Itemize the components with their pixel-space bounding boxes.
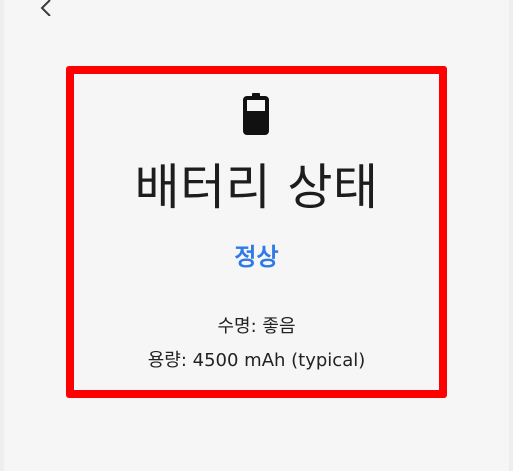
right-edge	[509, 0, 513, 471]
back-arrow-icon[interactable]	[36, 0, 60, 16]
page-title: 배터리 상태	[134, 159, 379, 216]
battery-health-text: 수명: 좋음	[217, 316, 296, 337]
battery-icon	[243, 93, 269, 135]
left-edge	[0, 0, 4, 471]
top-edge	[0, 0, 513, 4]
battery-status-card: 배터리 상태 정상 수명: 좋음 용량: 4500 mAh (typical)	[74, 74, 439, 390]
status-badge: 정상	[234, 243, 279, 271]
battery-capacity-text: 용량: 4500 mAh (typical)	[147, 350, 366, 371]
